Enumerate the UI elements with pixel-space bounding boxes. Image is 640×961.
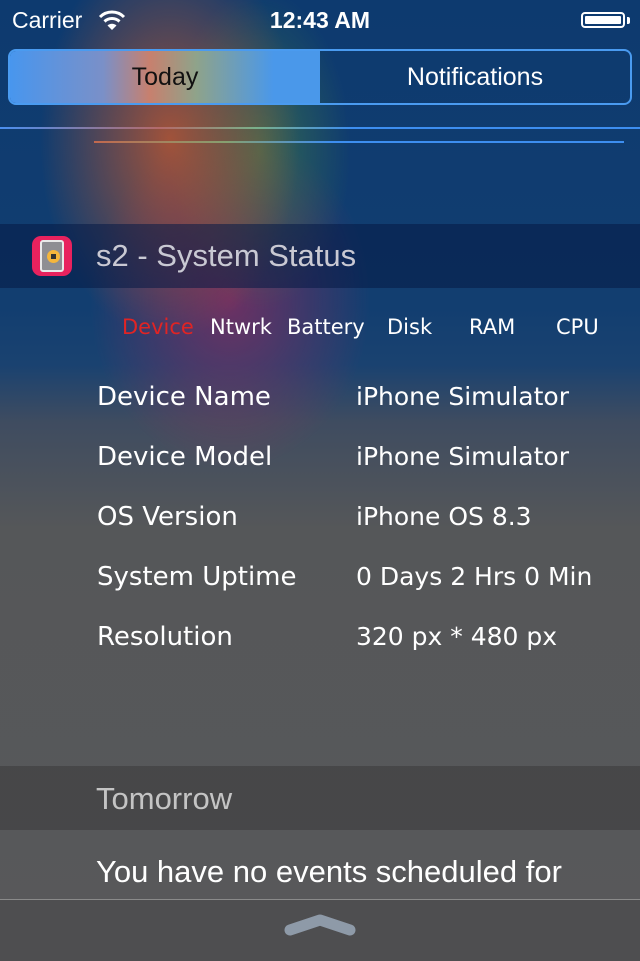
battery-tip [627, 17, 630, 24]
tab-battery[interactable]: Battery [287, 315, 365, 339]
row-value-os-version: iPhone OS 8.3 [356, 502, 532, 531]
battery-full-icon [581, 12, 625, 28]
tab-ram[interactable]: RAM [469, 315, 515, 339]
tab-notifications-label: Notifications [406, 62, 544, 91]
divider [94, 141, 624, 143]
clock-time: 12:43 AM [269, 7, 371, 33]
status-bar: Carrier 12:43 AM [0, 0, 640, 40]
tab-today-label: Today [131, 62, 199, 91]
tab-network[interactable]: Ntwrk [210, 315, 272, 339]
row-label-os-version: OS Version [97, 502, 238, 532]
row-label-device-model: Device Model [97, 442, 273, 472]
row-value-device-name: iPhone Simulator [356, 382, 569, 411]
row-value-device-model: iPhone Simulator [356, 442, 569, 471]
tomorrow-title: Tomorrow [96, 781, 233, 816]
chevron-up-grabber-icon[interactable] [284, 914, 356, 940]
tab-notifications[interactable]: Notifications [320, 51, 630, 103]
device-chip-icon[interactable] [32, 236, 72, 276]
widget-title[interactable]: s2 - System Status [96, 238, 356, 274]
today-notifications-segmented-control: Today Notifications [8, 49, 632, 105]
tab-cpu[interactable]: CPU [556, 315, 599, 339]
tab-today[interactable]: Today [10, 51, 320, 103]
row-label-device-name: Device Name [97, 382, 271, 412]
no-events-message: You have no events scheduled for [96, 854, 562, 889]
row-value-system-uptime: 0 Days 2 Hrs 0 Min [356, 562, 593, 591]
row-value-resolution: 320 px * 480 px [356, 622, 558, 651]
tab-device[interactable]: Device [122, 315, 194, 339]
tab-disk[interactable]: Disk [387, 315, 432, 339]
row-label-system-uptime: System Uptime [97, 562, 297, 592]
row-label-resolution: Resolution [97, 622, 233, 652]
divider [0, 127, 640, 129]
